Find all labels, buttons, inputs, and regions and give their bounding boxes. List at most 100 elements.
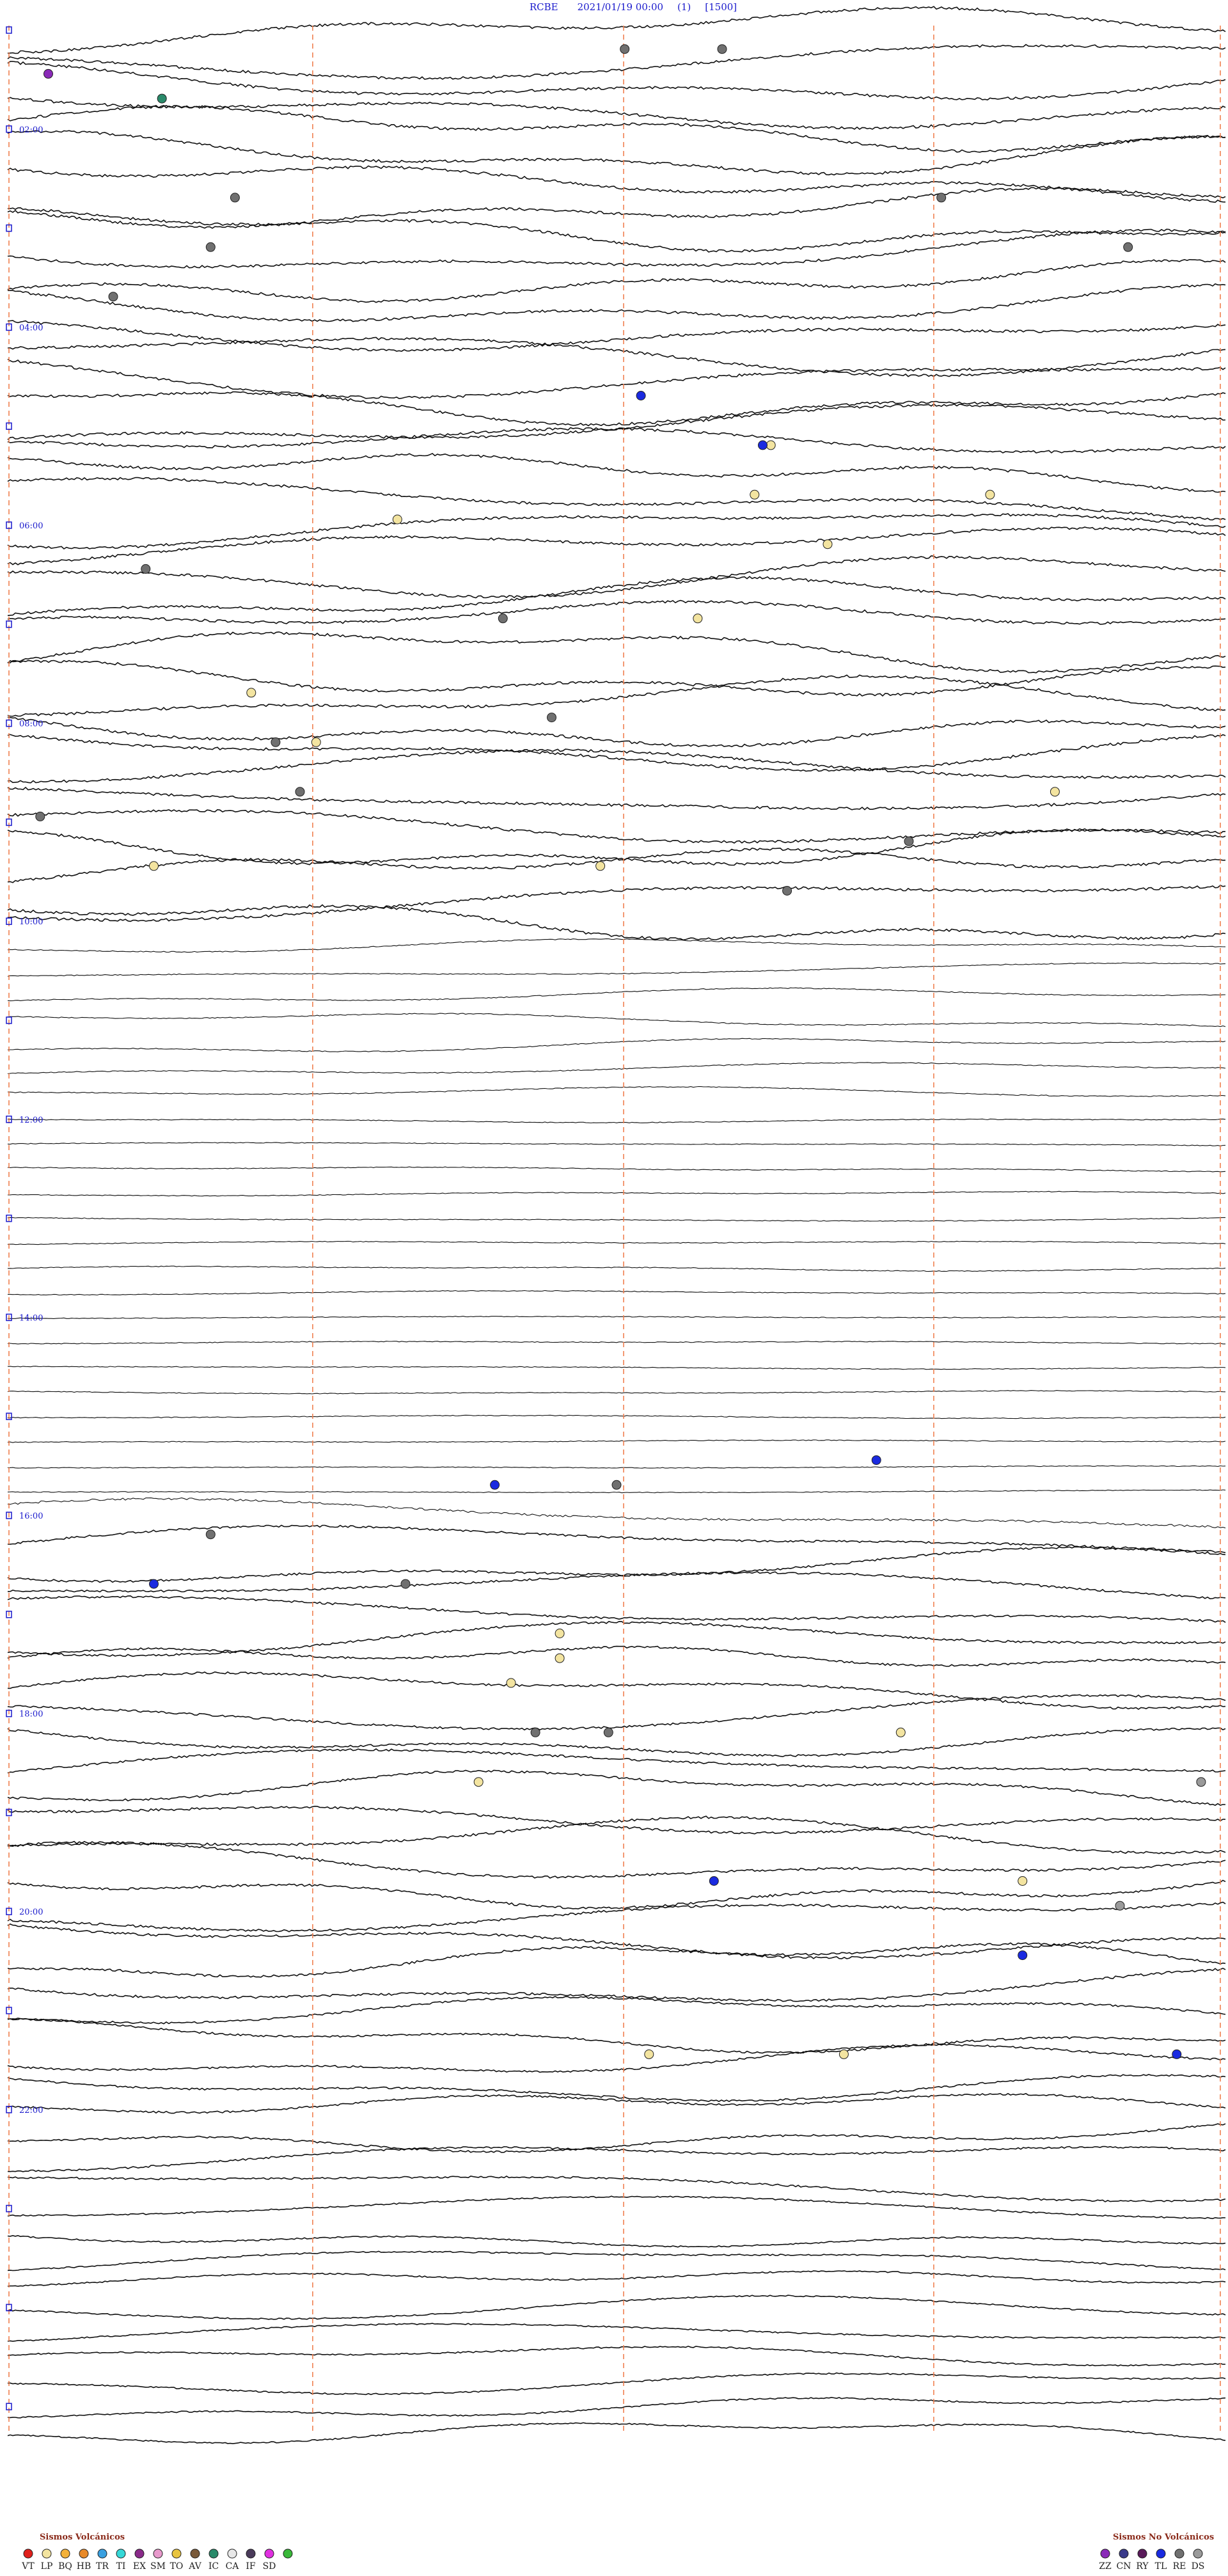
event-marker-lp [473, 1777, 484, 1787]
event-marker-lp [644, 2049, 654, 2059]
trace-row [7, 130, 1226, 176]
trace-row [7, 1571, 1226, 1600]
trace-row [7, 2250, 1226, 2272]
seismic-traces [7, 6, 1226, 2444]
trace-row [7, 734, 1226, 772]
event-marker-re [782, 886, 792, 896]
hour-label: 04:00 [19, 323, 43, 333]
trace-row [7, 1595, 1226, 1623]
legend-code-volcanic: EX [133, 2561, 146, 2572]
trace-row [7, 1769, 1226, 1806]
event-marker-tl [871, 1455, 881, 1466]
trace-row [7, 748, 1226, 784]
trace-row [7, 1390, 1226, 1395]
hour-label: 08:00 [19, 720, 43, 729]
trace-row [7, 1217, 1225, 1222]
trace-row [7, 477, 1226, 521]
hour-label: 12:00 [19, 1116, 43, 1125]
trace-row [7, 258, 1226, 303]
legend-swatch-volcanic [23, 2548, 33, 2559]
event-marker-re [498, 613, 508, 624]
legend-non-volcanic-title: Sismos No Volcánicos [1113, 2533, 1214, 2542]
event-marker-re [205, 1529, 216, 1540]
trace-row [7, 1748, 1226, 1774]
event-marker-lp [766, 440, 776, 450]
trace-row [7, 165, 1226, 203]
trace-row [7, 1086, 1226, 1097]
legend-swatch-volcanic [264, 2548, 274, 2559]
legend-code-volcanic: AV [188, 2561, 201, 2572]
trace-row [7, 2295, 1226, 2320]
event-marker-lp [823, 539, 833, 549]
trace-row [7, 1489, 1226, 1494]
trace-row [7, 2323, 1225, 2342]
trace-row [7, 1414, 1226, 1419]
legend-swatch-volcanic [171, 2548, 182, 2559]
legend-volcanic-title: Sismos Volcánicos [40, 2533, 125, 2542]
legend-code-volcanic: SD [263, 2561, 276, 2572]
event-marker-lp [693, 613, 703, 624]
trace-row [7, 391, 1226, 427]
trace-row [7, 716, 1226, 748]
legend-swatch-non-volcanic [1156, 2548, 1166, 2559]
legend-swatch-non-volcanic [1137, 2548, 1147, 2559]
trace-row [7, 320, 1226, 352]
trace-row [7, 2372, 1226, 2396]
chart-header: RCBE 2021/01/19 00:00 (1) [1500] [530, 1, 737, 13]
legend-swatch-volcanic [60, 2548, 70, 2559]
trace-row [7, 2396, 1226, 2419]
hour-label: 10:00 [19, 917, 43, 927]
trace-row [7, 1815, 1226, 1854]
trace-row [7, 2018, 1226, 2054]
trace-row [7, 452, 1226, 493]
legend-code-non-volcanic: TL [1155, 2561, 1167, 2572]
event-marker-re [141, 564, 151, 574]
trace-row [7, 1166, 1226, 1173]
legend-code-volcanic: IC [209, 2561, 219, 2572]
trace-row [7, 43, 1226, 80]
hour-labels: 02:00 04:00 06:00 08:00 10:00 12:00 14:00 16:00… [19, 125, 43, 2115]
header-station: RCBE [530, 1, 558, 13]
trace-row [7, 1341, 1225, 1345]
event-marker-lp [1050, 787, 1060, 797]
trace-row [7, 674, 1226, 717]
event-marker-ds [1196, 1777, 1206, 1787]
trace-row [8, 207, 1226, 253]
hour-label: 06:00 [19, 521, 43, 531]
trace-row [7, 2145, 1226, 2172]
trace-row [7, 1240, 1226, 1245]
legend-code-non-volcanic: RY [1136, 2561, 1149, 2572]
trace-row [7, 1645, 1226, 1667]
event-marker-tl [149, 1579, 159, 1589]
hour-label: 22:00 [19, 2106, 43, 2115]
event-marker-lp [555, 1629, 565, 1638]
trace-row [7, 599, 1226, 625]
legend-swatch-volcanic [42, 2548, 52, 2559]
trace-row [7, 6, 1226, 54]
legend-swatch-non-volcanic [1193, 2548, 1203, 2559]
trace-row [7, 2092, 1226, 2114]
event-marker-re [530, 1727, 540, 1737]
event-marker-lp [985, 489, 995, 500]
legend-code-volcanic: TR [96, 2561, 109, 2572]
legend-code-volcanic: HB [77, 2561, 91, 2572]
legend-volcanic: Sismos Volcánicos VT LP BQ HB TR TI EX SM TO AV IC… [21, 2533, 293, 2572]
header-datetime: 2021/01/19 00:00 [578, 1, 663, 13]
event-marker-tl [709, 1876, 719, 1886]
trace-row [7, 848, 1226, 883]
hour-label: 02:00 [19, 125, 43, 135]
trace-row [7, 576, 1226, 617]
trace-row [8, 1290, 1226, 1296]
event-marker-re [271, 737, 281, 747]
trace-row [7, 1879, 1226, 1909]
header-channel: (1) [677, 1, 691, 13]
legend-swatch-non-volcanic [1100, 2548, 1110, 2559]
trace-row [7, 1013, 1226, 1027]
trace-row [7, 358, 1226, 399]
trace-row [7, 1118, 1226, 1124]
legend-code-volcanic: TO [170, 2561, 184, 2572]
event-marker-lp [1018, 1876, 1028, 1886]
trace-row [7, 786, 1226, 810]
legend-code-volcanic: TI [116, 2561, 126, 2572]
hour-label: 18:00 [19, 1710, 43, 1719]
